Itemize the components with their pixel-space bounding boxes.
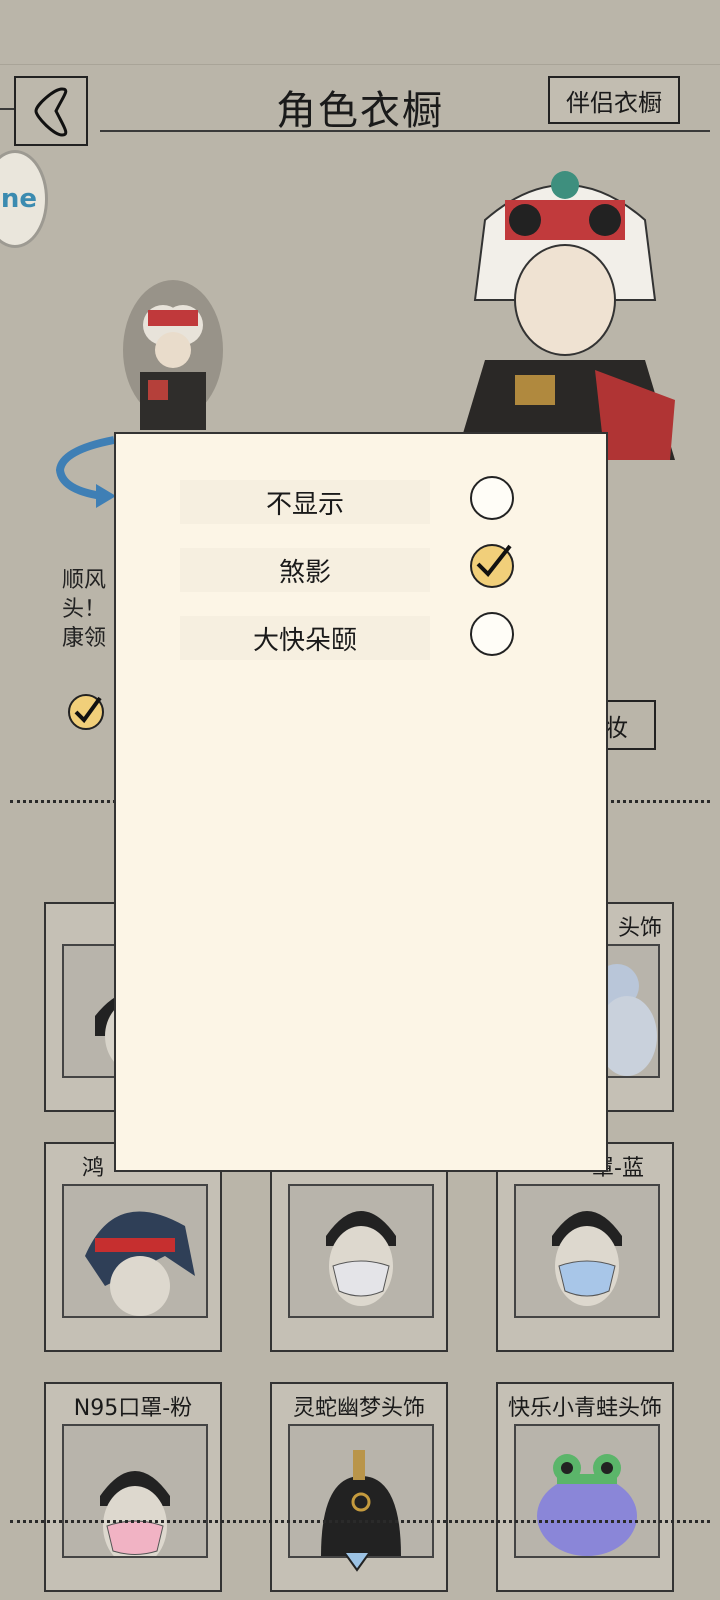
option-label: 不显示 [180, 480, 430, 524]
top-divider [0, 64, 720, 65]
checkmark-icon [476, 544, 512, 578]
side-floating-badge[interactable]: ne [0, 150, 48, 248]
partner-wardrobe-button[interactable]: 伴侣衣橱 [548, 76, 680, 124]
option-row-none[interactable]: 不显示 [180, 476, 560, 528]
character-preview-large [455, 171, 675, 460]
item-card[interactable]: N95口罩-粉 [44, 1382, 222, 1592]
item-card[interactable]: 鸿 [44, 1142, 222, 1352]
character-preview-small [123, 280, 223, 430]
option-radio[interactable] [470, 476, 514, 520]
badge-text: ne [0, 184, 37, 214]
item-card[interactable] [270, 1142, 448, 1352]
item-thumbnail [514, 1424, 660, 1558]
option-radio[interactable] [470, 612, 514, 656]
rotate-arrow-icon[interactable] [52, 430, 122, 510]
item-thumbnail [62, 1424, 208, 1558]
item-card[interactable]: 快乐小青蛙头饰 [496, 1382, 674, 1592]
option-label: 煞影 [180, 548, 430, 592]
checkbox-checked-icon[interactable] [66, 692, 106, 732]
bottom-divider [10, 1520, 710, 1523]
header-underline [100, 130, 710, 132]
option-row-shadow[interactable]: 煞影 [180, 544, 560, 596]
item-thumbnail [288, 1184, 434, 1318]
item-thumbnail [288, 1424, 434, 1558]
option-radio-checked[interactable] [470, 544, 514, 588]
back-button[interactable] [14, 76, 88, 146]
header-line-left [0, 108, 14, 110]
page-title: 角色衣橱 [276, 88, 444, 134]
scroll-down-icon[interactable] [342, 1550, 372, 1572]
item-card[interactable]: 罩-蓝 [496, 1142, 674, 1352]
chevron-left-icon [34, 87, 68, 137]
item-thumbnail [62, 1184, 208, 1318]
option-row-feast[interactable]: 大快朵颐 [180, 612, 560, 664]
item-thumbnail [514, 1184, 660, 1318]
character-description: 顺风 头！ 康领 [62, 568, 107, 651]
headwear-effect-dialog: 不显示 煞影 大快朵颐 [114, 432, 608, 1172]
option-label: 大快朵颐 [180, 616, 430, 660]
